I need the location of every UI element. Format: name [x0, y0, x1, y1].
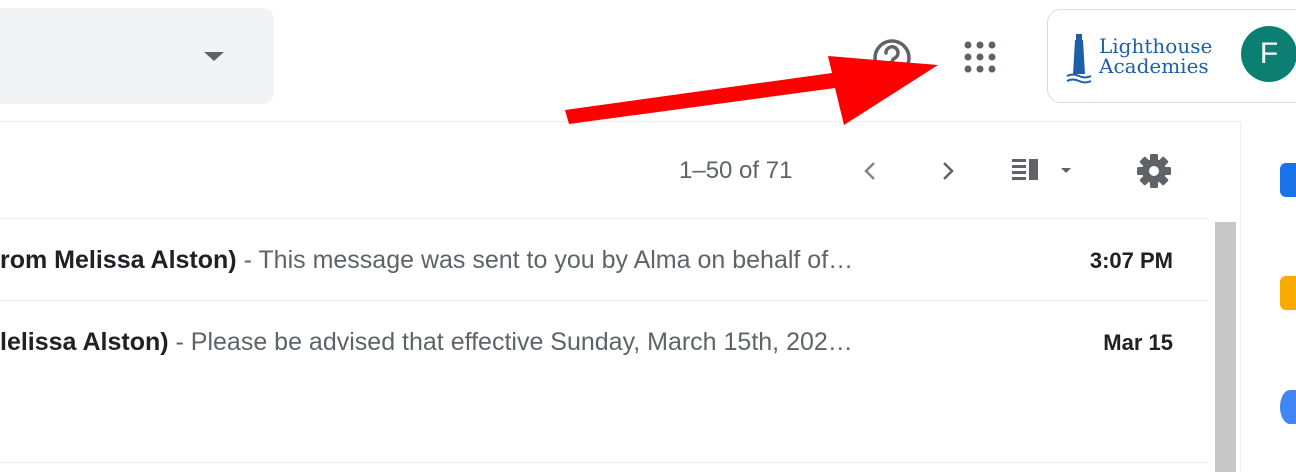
chevron-left-icon[interactable] — [856, 154, 884, 188]
keep-icon[interactable] — [1280, 276, 1296, 310]
email-date: 3:07 PM — [1089, 248, 1173, 273]
email-row[interactable]: rom Melissa Alston) - This message was s… — [0, 246, 1200, 326]
email-sender: rom Melissa Alston) — [0, 246, 237, 274]
row-divider — [0, 300, 1208, 301]
organization-logo-text: Lighthouse Academies — [1099, 34, 1213, 78]
avatar[interactable]: F — [1241, 26, 1296, 82]
apps-grid-icon[interactable] — [958, 36, 1006, 84]
email-sender: lelissa Alston) — [0, 328, 169, 356]
email-snippet: - Please be advised that effective Sunda… — [168, 328, 853, 356]
lighthouse-logo-icon — [1066, 34, 1092, 84]
email-row[interactable]: lelissa Alston) - Please be advised that… — [0, 328, 1200, 408]
header-divider — [0, 121, 1240, 122]
help-icon[interactable] — [870, 36, 914, 80]
side-panel-divider — [1240, 122, 1241, 472]
row-divider — [0, 462, 1208, 463]
email-summary: lelissa Alston) - Please be advised that… — [0, 328, 985, 357]
calendar-icon[interactable] — [1280, 163, 1296, 197]
split-pane-icon[interactable] — [1010, 152, 1082, 190]
search-box[interactable] — [0, 8, 274, 104]
pagination-count: 1–50 of 71 — [679, 157, 793, 184]
row-divider — [0, 218, 1208, 219]
chevron-right-icon[interactable] — [934, 154, 962, 188]
email-summary: rom Melissa Alston) - This message was s… — [0, 246, 985, 275]
tasks-icon[interactable] — [1280, 390, 1296, 424]
gear-icon[interactable] — [1134, 151, 1174, 191]
search-options-dropdown-icon[interactable] — [204, 52, 224, 61]
email-snippet: - This message was sent to you by Alma o… — [236, 246, 854, 274]
email-date: Mar 15 — [1103, 330, 1173, 355]
scrollbar-thumb[interactable] — [1215, 222, 1236, 472]
